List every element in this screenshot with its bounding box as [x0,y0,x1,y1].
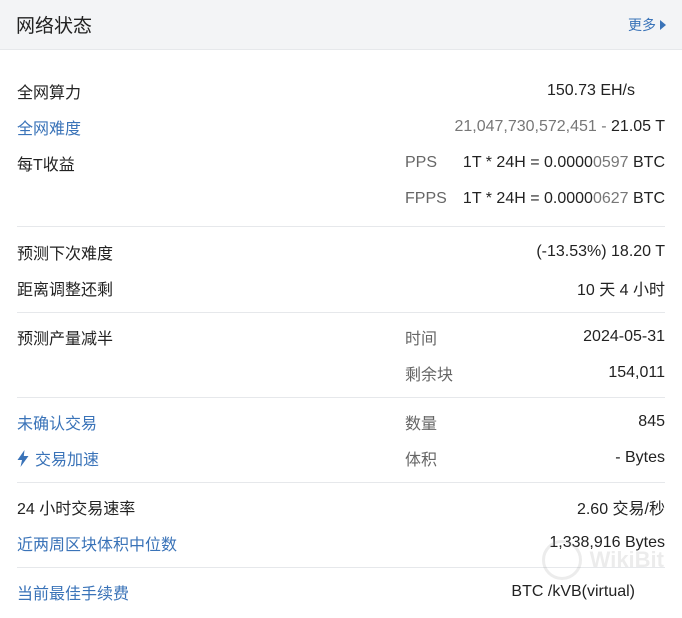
difficulty-short: 21.05 T [611,118,665,135]
best-fee-value: BTC /kVB(virtual) [511,583,635,600]
halving-time-row: 预测产量减半 时间 2024-05-31 [17,319,665,355]
panel-title: 网络状态 [16,16,93,37]
earnings-pps-row: 每T收益 PPS 1T * 24H = 0.00000597 BTC [17,145,665,181]
difficulty-raw: 21,047,730,572,451 [454,118,597,135]
accelerate-label: 交易加速 [35,452,100,469]
halving-blocks-row: 剩余块 154,011 [17,355,665,391]
halving-time-value: 2024-05-31 [583,328,665,345]
best-fee-link[interactable]: 当前最佳手续费 [17,580,129,604]
next-difficulty-row: 预测下次难度 (-13.53%) 18.20 T [17,234,665,270]
accelerate-row: 交易加速 体积 - Bytes [17,440,665,476]
chevron-right-icon [660,19,666,30]
network-status-panel: 网络状态 更多 全网算力 150.73 EH/s 全网难度 21,047,730… [0,0,682,618]
fpps-value: 1T * 24H = 0.00000627 BTC [463,190,665,208]
unconfirmed-count-label: 数量 [405,416,438,433]
halving-blocks-value: 154,011 [608,364,665,381]
earnings-label: 每T收益 [17,157,75,174]
halving-blocks-label: 剩余块 [405,367,454,384]
tx-rate-label: 24 小时交易速率 [17,501,136,518]
halving-label: 预测产量减半 [17,331,114,348]
time-to-adjust-row: 距离调整还剩 10 天 4 小时 [17,270,665,306]
pps-formula: 1T * 24H = 0.0000 [462,154,593,171]
halving-time-label: 时间 [405,331,438,348]
pps-digits: 0597 [592,154,629,171]
hashrate-value: 150.73 EH/s [546,82,635,99]
pps-unit: BTC [628,154,665,171]
watermark-logo-icon [541,540,582,580]
watermark-text: WikiBit [589,547,664,572]
lightning-icon [17,450,29,467]
panel-body: 全网算力 150.73 EH/s 全网难度 21,047,730,572,451… [0,50,682,610]
unconfirmed-size-label: 体积 [405,452,438,469]
more-link[interactable]: 更多 [628,15,666,35]
panel-header: 网络状态 更多 [0,0,682,50]
more-label: 更多 [628,16,656,33]
difficulty-link[interactable]: 全网难度 [17,115,81,139]
unconfirmed-count-value: 845 [638,413,665,430]
tx-rate-value: 2.60 交易/秒 [576,501,665,518]
median-block-link[interactable]: 近两周区块体积中位数 [17,531,177,555]
next-difficulty-value: (-13.53%) 18.20 T [536,243,665,260]
fpps-digits: 0627 [592,190,629,207]
hashrate-label: 全网算力 [17,85,82,102]
accelerate-link[interactable]: 交易加速 [17,446,99,470]
time-to-adjust-label: 距离调整还剩 [17,282,114,299]
hashrate-row: 全网算力 150.73 EH/s [17,73,665,109]
difficulty-row: 全网难度 21,047,730,572,451 - 21.05 T [17,109,665,145]
watermark: WikiBit [541,540,664,580]
unconfirmed-size-value: - Bytes [615,449,665,466]
time-to-adjust-value: 10 天 4 小时 [576,282,665,299]
next-difficulty-label: 预测下次难度 [17,246,114,263]
difficulty-dash: - [596,118,612,135]
fpps-label: FPPS [405,190,447,207]
unconfirmed-row: 未确认交易 数量 845 [17,404,665,440]
fpps-formula: 1T * 24H = 0.0000 [462,190,593,207]
earnings-fpps-row: FPPS 1T * 24H = 0.00000627 BTC [17,181,665,217]
difficulty-value: 21,047,730,572,451 - 21.05 T [454,118,665,136]
pps-value: 1T * 24H = 0.00000597 BTC [463,154,665,172]
tx-rate-row: 24 小时交易速率 2.60 交易/秒 [17,489,665,525]
unconfirmed-link[interactable]: 未确认交易 [17,410,97,434]
fpps-unit: BTC [628,190,665,207]
pps-label: PPS [405,154,438,171]
